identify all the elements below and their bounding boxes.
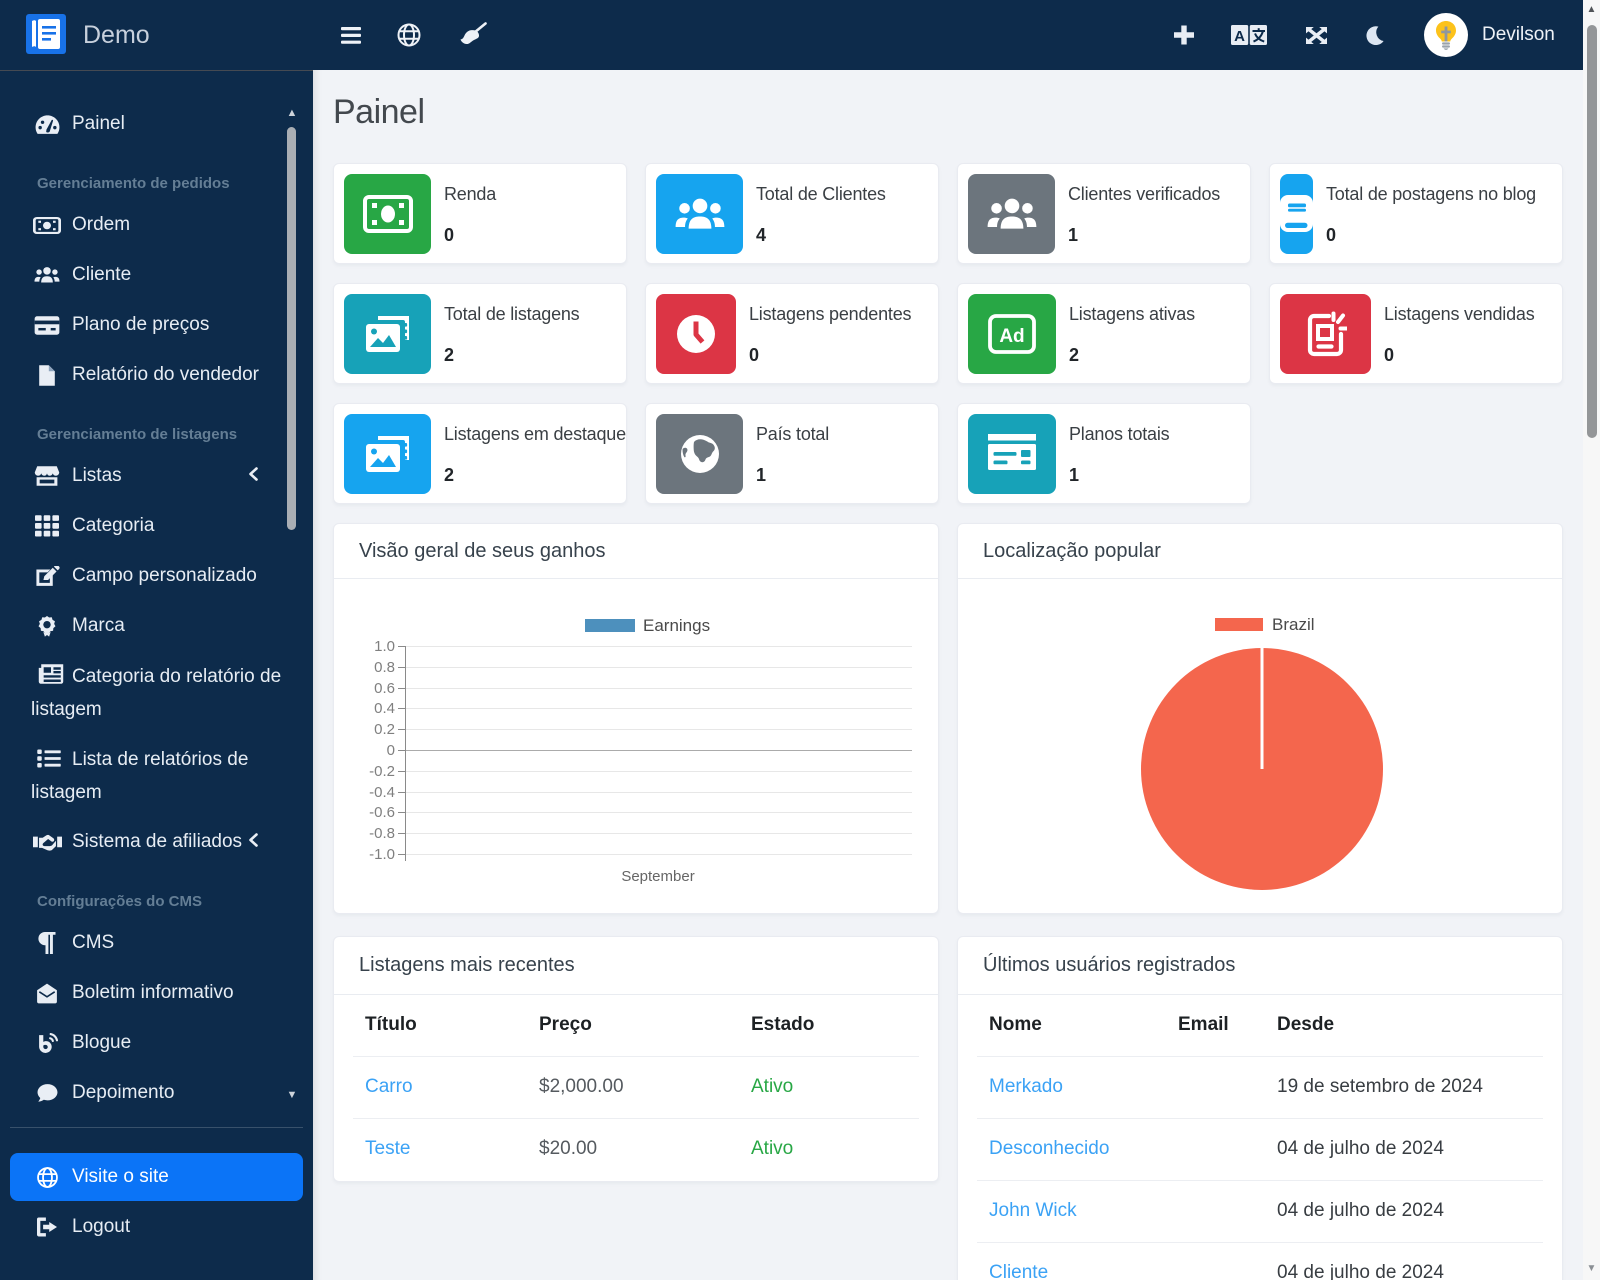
- svg-text:A: A: [1234, 28, 1245, 45]
- svg-text:0.6: 0.6: [374, 680, 395, 697]
- svg-text:0: 0: [387, 742, 395, 759]
- svg-text:1.0: 1.0: [374, 638, 395, 655]
- svg-text:-0.2: -0.2: [369, 763, 395, 780]
- svg-text:-0.6: -0.6: [369, 804, 395, 821]
- svg-text:September: September: [621, 868, 694, 885]
- svg-text:Brazil: Brazil: [1272, 615, 1315, 634]
- svg-text:Ad: Ad: [999, 326, 1024, 347]
- svg-text:-0.4: -0.4: [369, 784, 395, 801]
- svg-text:0.8: 0.8: [374, 659, 395, 676]
- svg-text:0.2: 0.2: [374, 721, 395, 738]
- svg-text:Earnings: Earnings: [643, 616, 710, 635]
- svg-text:-0.8: -0.8: [369, 825, 395, 842]
- svg-text:0.4: 0.4: [374, 700, 395, 717]
- svg-text:-1.0: -1.0: [369, 846, 395, 863]
